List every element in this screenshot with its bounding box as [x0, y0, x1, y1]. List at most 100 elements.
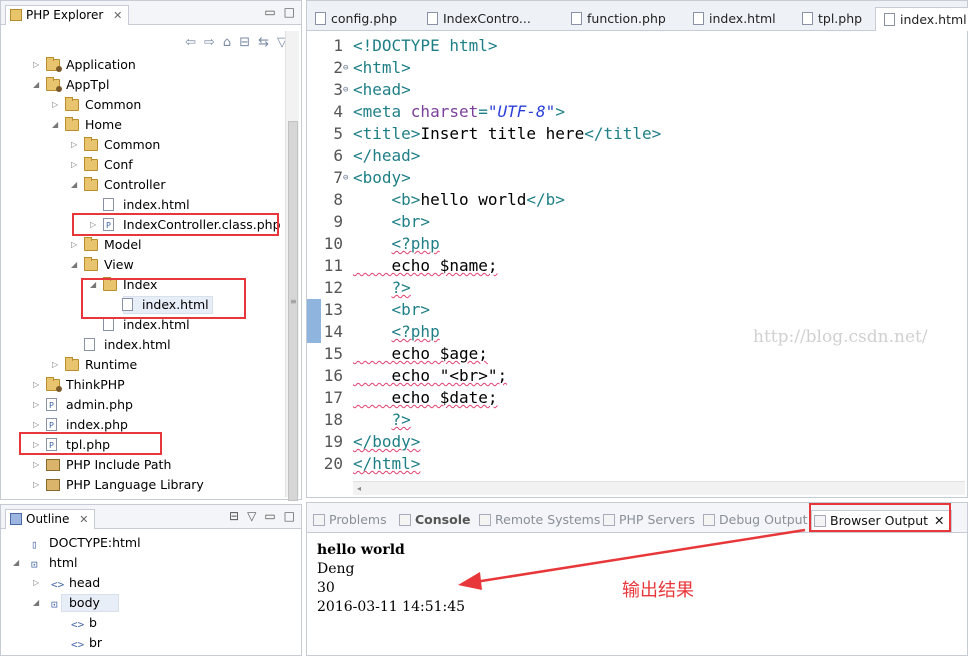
code-line[interactable]: 13 <br> — [307, 299, 968, 321]
code-line[interactable]: 11 echo $name; — [307, 255, 968, 277]
expanded-arrow-icon[interactable]: ◢ — [52, 115, 58, 135]
code-line[interactable]: 7 ⊖ <body> — [307, 167, 968, 189]
collapsed-arrow-icon[interactable]: ▷ — [71, 235, 77, 255]
back-arrow-icon[interactable]: ⇦ — [185, 35, 196, 50]
collapsed-arrow-icon[interactable]: ▷ — [33, 395, 39, 415]
code-area[interactable]: 1 <!DOCTYPE html> 2 ⊖ <html> 3 ⊖ <head> 4 <meta c… — [307, 35, 968, 479]
code-line[interactable]: 4 <meta charset="UTF-8"> — [307, 101, 968, 123]
tree-item-indexphp[interactable]: ▷ index.php — [1, 415, 285, 436]
maximize-icon[interactable]: □ — [284, 509, 295, 523]
collapsed-arrow-icon[interactable]: ▷ — [33, 375, 39, 395]
tree-item-view-index[interactable]: ◢ Index — [1, 275, 285, 295]
collapse-icon[interactable]: ⊟ — [229, 509, 239, 523]
explorer-scroll-thumb[interactable] — [288, 121, 298, 501]
collapsed-arrow-icon[interactable]: ▷ — [71, 135, 77, 155]
output-tab-php-servers[interactable]: PHP Servers — [601, 510, 695, 532]
code-line[interactable]: 20 </html> — [307, 453, 968, 475]
outline-item-body[interactable]: ◢ ⊡ body — [1, 593, 301, 613]
collapsed-arrow-icon[interactable]: ▷ — [33, 455, 39, 475]
tree-item-view-index-html[interactable]: index.html — [1, 295, 285, 315]
expanded-arrow-icon[interactable]: ◢ — [71, 175, 77, 195]
outline-item-doctype-html[interactable]: ▯ DOCTYPE:html — [1, 533, 301, 553]
tree-item-thinkphp[interactable]: ▷ ThinkPHP — [1, 375, 285, 395]
tree-item-apptpl[interactable]: ◢ AppTpl — [1, 75, 285, 95]
collapsed-arrow-icon[interactable]: ▷ — [33, 435, 39, 455]
collapsed-arrow-icon[interactable]: ▷ — [33, 573, 39, 593]
expanded-arrow-icon[interactable]: ◢ — [71, 255, 77, 275]
link-editor-icon[interactable]: ⇆ — [258, 35, 269, 50]
tree-item-runtime[interactable]: ▷ Runtime — [1, 355, 285, 375]
tree-item-admin[interactable]: ▷ admin.php — [1, 395, 285, 416]
editor-tab-config-php[interactable]: config.php — [307, 7, 417, 31]
outline-item-html[interactable]: ◢ ⊡ html — [1, 553, 301, 573]
collapsed-arrow-icon[interactable]: ▷ — [33, 415, 39, 435]
collapsed-arrow-icon[interactable]: ▷ — [52, 95, 58, 115]
editor-tab-tpl-php[interactable]: tpl.php — [794, 7, 876, 31]
code-line[interactable]: 19 </body> — [307, 431, 968, 453]
explorer-scrollbar[interactable]: ≡ — [285, 31, 299, 501]
tree-item-conf[interactable]: ▷ Conf — [1, 155, 285, 175]
tree-item-application[interactable]: ▷ Application — [1, 55, 285, 75]
editor-tab-index-html[interactable]: index.html✕ — [875, 7, 968, 31]
outline-close-icon[interactable]: ✕ — [79, 513, 88, 526]
code-line[interactable]: 10 <?php — [307, 233, 968, 255]
collapsed-arrow-icon[interactable]: ▷ — [33, 475, 39, 495]
tree-item-ctrl-index-html[interactable]: index.html — [1, 195, 285, 215]
outline-tab[interactable]: Outline ✕ — [5, 509, 96, 529]
explorer-close-icon[interactable]: ✕ — [113, 9, 122, 22]
fold-icon[interactable]: ⊖ — [343, 167, 348, 189]
code-line[interactable]: 8 <b>hello world</b> — [307, 189, 968, 211]
tree-item-home[interactable]: ◢ Home — [1, 115, 285, 135]
editor-tab-function-php[interactable]: function.php — [563, 7, 688, 31]
code-line[interactable]: 12 ?> — [307, 277, 968, 299]
tree-item-home-html[interactable]: index.html — [1, 335, 285, 355]
fold-icon[interactable]: ⊖ — [343, 57, 348, 79]
collapsed-arrow-icon[interactable]: ▷ — [33, 55, 39, 75]
code-line[interactable]: 9 <br> — [307, 211, 968, 233]
fold-icon[interactable]: ⊖ — [343, 79, 348, 101]
scroll-left-icon[interactable]: ◂ — [357, 484, 361, 493]
code-line[interactable]: 17 echo $date; — [307, 387, 968, 409]
outline-item-br[interactable]: <> br — [1, 633, 301, 653]
code-line[interactable]: 16 echo "<br>"; — [307, 365, 968, 387]
outline-item-head[interactable]: ▷ <> head — [1, 573, 301, 593]
editor-hscrollbar[interactable]: ◂ — [353, 481, 965, 495]
code-line[interactable]: 1 <!DOCTYPE html> — [307, 35, 968, 57]
tree-item-common2[interactable]: ▷ Common — [1, 135, 285, 155]
collapsed-arrow-icon[interactable]: ▷ — [71, 155, 77, 175]
editor-tab-index-html[interactable]: index.html — [685, 7, 793, 31]
tree-item-model[interactable]: ▷ Model — [1, 235, 285, 255]
tree-item-controller[interactable]: ◢ Controller — [1, 175, 285, 195]
code-line[interactable]: 6 </head> — [307, 145, 968, 167]
tree-item-include[interactable]: ▷ PHP Include Path — [1, 455, 285, 475]
tree-item-common1[interactable]: ▷ Common — [1, 95, 285, 115]
expanded-arrow-icon[interactable]: ◢ — [13, 553, 19, 573]
expanded-arrow-icon[interactable]: ◢ — [90, 275, 96, 295]
code-line[interactable]: 18 ?> — [307, 409, 968, 431]
home-icon[interactable]: ⌂ — [223, 35, 231, 50]
tree-item-view-html[interactable]: index.html — [1, 315, 285, 335]
tree-item-langlib[interactable]: ▷ PHP Language Library — [1, 475, 285, 495]
minimize-icon[interactable]: ▭ — [264, 509, 275, 523]
collapse-all-icon[interactable]: ⊟ — [239, 35, 250, 50]
explorer-tab[interactable]: PHP Explorer ✕ — [5, 5, 130, 25]
tree-item-indexcontroller[interactable]: ▷ IndexController.class.php — [1, 215, 285, 236]
outline-item-b[interactable]: <> b — [1, 613, 301, 633]
editor-tab-indexcontro---[interactable]: IndexContro... — [419, 7, 561, 31]
output-tab-console[interactable]: Console — [397, 510, 470, 532]
tab-close-icon[interactable]: ✕ — [934, 513, 944, 528]
collapsed-arrow-icon[interactable]: ▷ — [52, 355, 58, 375]
tree-item-tpl[interactable]: ▷ tpl.php — [1, 435, 285, 456]
expanded-arrow-icon[interactable]: ◢ — [33, 75, 39, 95]
output-tab-browser-output[interactable]: Browser Output ✕ — [811, 510, 952, 532]
expanded-arrow-icon[interactable]: ◢ — [33, 593, 39, 613]
code-line[interactable]: 5 <title>Insert title here</title> — [307, 123, 968, 145]
code-line[interactable]: 2 ⊖ <html> — [307, 57, 968, 79]
minimize-icon[interactable]: ▭ — [264, 5, 275, 19]
code-line[interactable]: 3 ⊖ <head> — [307, 79, 968, 101]
collapsed-arrow-icon[interactable]: ▷ — [90, 215, 96, 235]
maximize-icon[interactable]: □ — [284, 5, 295, 19]
output-tab-problems[interactable]: Problems — [311, 510, 387, 532]
output-tab-debug-output[interactable]: Debug Output — [701, 510, 808, 532]
output-tab-remote-systems[interactable]: Remote Systems — [477, 510, 600, 532]
